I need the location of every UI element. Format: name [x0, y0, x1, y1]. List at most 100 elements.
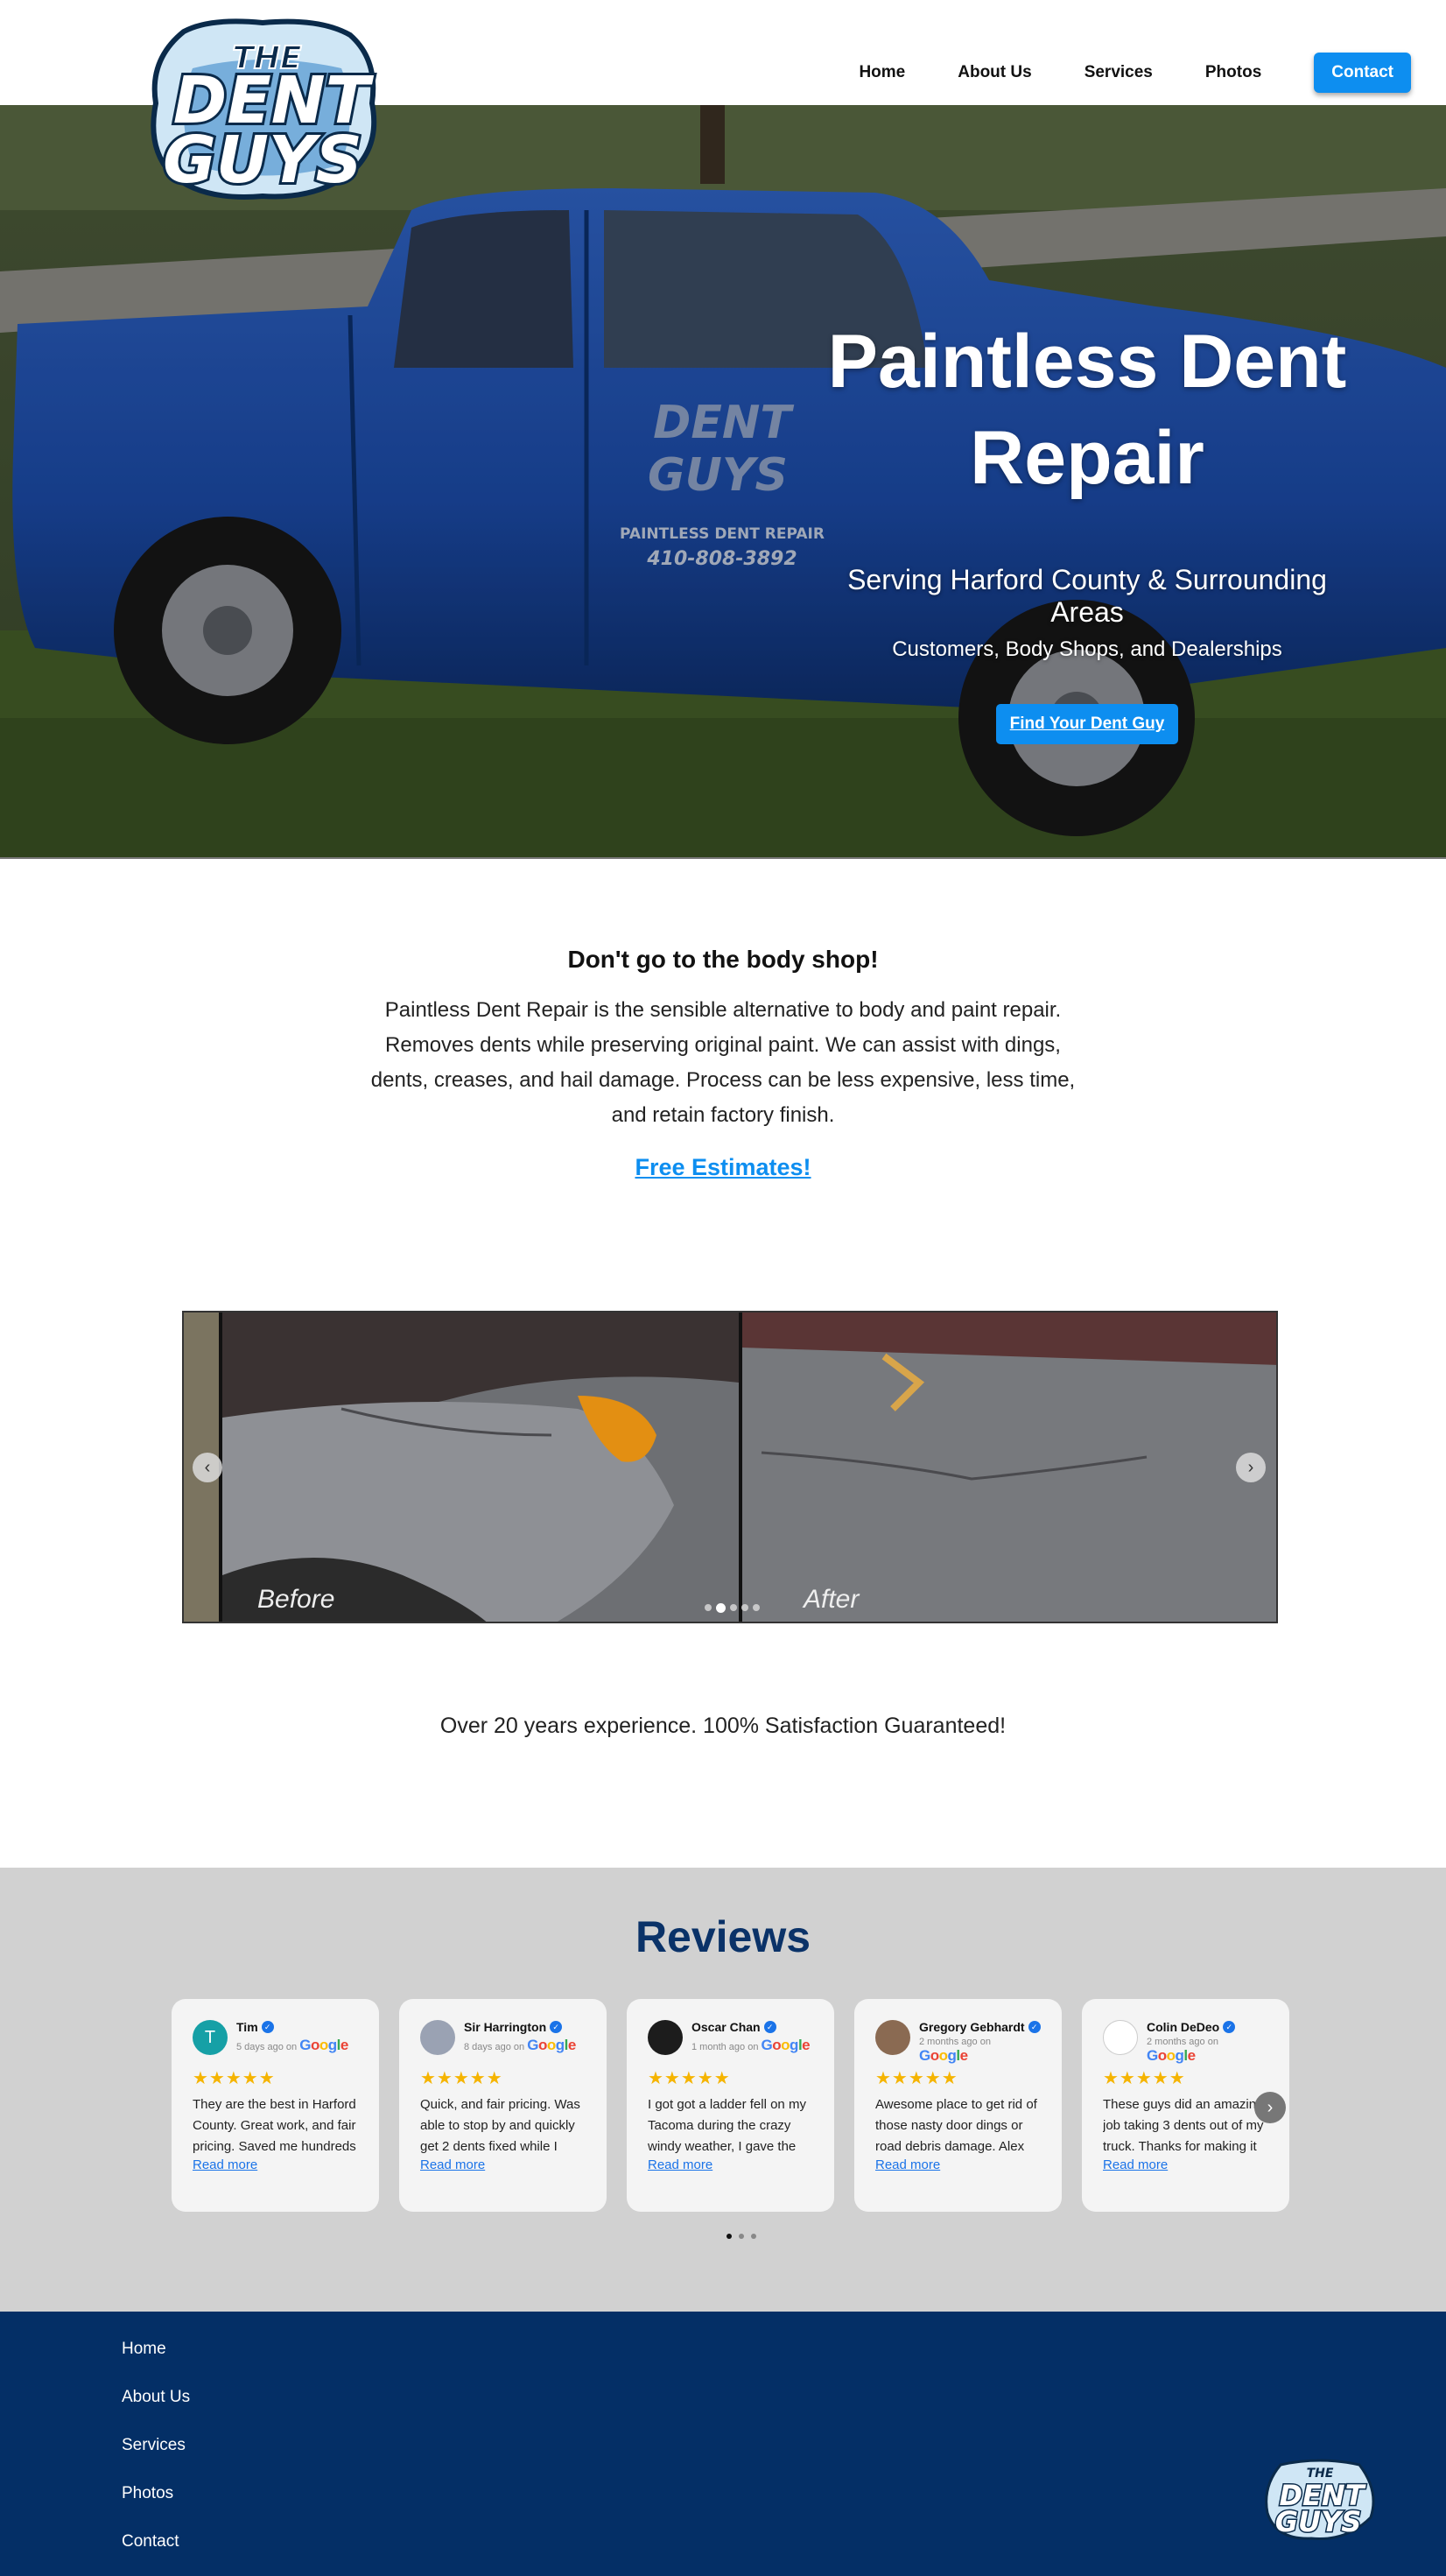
- star-rating: ★★★★★: [875, 2069, 958, 2088]
- reviewer-name[interactable]: Gregory Gebhardt: [919, 2020, 1025, 2034]
- footer-link-home[interactable]: Home: [122, 2340, 190, 2388]
- review-card-header: T Tim ✓ 5 days ago on Google: [193, 2020, 358, 2059]
- site-footer: Home About Us Services Photos Contact TH…: [0, 2312, 1446, 2576]
- review-on-label: on: [748, 2042, 759, 2052]
- review-time: 2 months ago: [919, 2037, 978, 2047]
- review-time: 8 days ago: [464, 2042, 511, 2052]
- avatar: [648, 2020, 683, 2055]
- reviews-section: Reviews T Tim ✓ 5 days ago on Google ★★★★★ Th…: [0, 1868, 1446, 2312]
- reviews-dot[interactable]: [739, 2234, 744, 2239]
- slider-dots: [705, 1603, 760, 1613]
- google-logo-icon: Google: [761, 2037, 811, 2053]
- footer-links: Home About Us Services Photos Contact: [122, 2340, 190, 2576]
- review-card: Gregory Gebhardt ✓ 2 months ago on Google ★…: [854, 1999, 1062, 2212]
- reviews-dot-active[interactable]: [727, 2234, 732, 2239]
- nav-services[interactable]: Services: [1084, 63, 1153, 82]
- slider-dot[interactable]: [705, 1604, 712, 1611]
- nav-about-us[interactable]: About Us: [958, 63, 1031, 82]
- hero-title: Paintless Dent Repair: [827, 320, 1347, 500]
- intro-heading: Don't go to the body shop!: [567, 946, 879, 973]
- hero-subtitle-secondary: Customers, Body Shops, and Dealerships: [892, 637, 1282, 661]
- verified-badge-icon: ✓: [1028, 2021, 1041, 2033]
- before-after-image: [184, 1313, 1276, 1622]
- chevron-right-icon: ›: [1267, 2097, 1274, 2117]
- reviewer-name[interactable]: Colin DeDeo: [1147, 2020, 1219, 2034]
- google-logo-icon: Google: [527, 2037, 576, 2053]
- reviewer-meta: Sir Harrington ✓ 8 days ago on Google: [464, 2020, 576, 2054]
- slider-next-button[interactable]: ›: [1236, 1453, 1266, 1482]
- reviewer-name-row: Gregory Gebhardt ✓: [919, 2020, 1041, 2034]
- review-text: Quick, and fair pricing. Was able to sto…: [420, 2097, 580, 2154]
- review-text: I got got a ladder fell on my Tacoma dur…: [648, 2097, 806, 2154]
- review-cards: T Tim ✓ 5 days ago on Google ★★★★★ They are t…: [172, 1999, 1289, 2212]
- slider-dot-active[interactable]: [716, 1603, 726, 1613]
- reviews-dot[interactable]: [751, 2234, 756, 2239]
- review-card: Sir Harrington ✓ 8 days ago on Google ★★★★★…: [399, 1999, 607, 2212]
- avatar: [875, 2020, 910, 2055]
- nav-photos[interactable]: Photos: [1205, 63, 1261, 82]
- reviews-next-button[interactable]: ›: [1254, 2092, 1286, 2123]
- read-more-link[interactable]: Read more: [420, 2157, 485, 2172]
- review-on-label: on: [513, 2042, 525, 2052]
- review-on-label: on: [979, 2037, 991, 2047]
- review-date: 5 days ago on Google: [236, 2037, 348, 2054]
- review-date: 1 month ago on Google: [691, 2037, 811, 2054]
- hero-section: DENT GUYS PAINTLESS DENT REPAIR 410-808-…: [0, 105, 1446, 859]
- review-on-label: on: [285, 2042, 298, 2052]
- footer-link-services[interactable]: Services: [122, 2436, 190, 2484]
- star-rating: ★★★★★: [1103, 2069, 1186, 2088]
- google-logo-icon: Google: [1147, 2047, 1196, 2064]
- intro-body: Paintless Dent Repair is the sensible al…: [370, 998, 1076, 1127]
- star-rating: ★★★★★: [648, 2069, 731, 2088]
- review-time: 5 days ago: [236, 2042, 284, 2052]
- hero-text-block: Paintless Dent Repair Serving Harford Co…: [816, 313, 1358, 744]
- reviewer-meta: Oscar Chan ✓ 1 month ago on Google: [691, 2020, 811, 2054]
- read-more-link[interactable]: Read more: [193, 2157, 257, 2172]
- review-date: 8 days ago on Google: [464, 2037, 576, 2054]
- google-logo-icon: Google: [299, 2037, 348, 2053]
- reviewer-meta: Colin DeDeo ✓ 2 months ago on Google: [1147, 2020, 1268, 2065]
- review-text: Awesome place to get rid of those nasty …: [875, 2097, 1037, 2154]
- google-logo-icon: Google: [919, 2047, 968, 2064]
- free-estimates-link[interactable]: Free Estimates!: [0, 1154, 1446, 1181]
- footer-link-about-us[interactable]: About Us: [122, 2388, 190, 2436]
- review-card-header: Colin DeDeo ✓ 2 months ago on Google: [1103, 2020, 1268, 2064]
- reviewer-meta: Tim ✓ 5 days ago on Google: [236, 2020, 348, 2054]
- find-your-dent-guy-button[interactable]: Find Your Dent Guy: [995, 704, 1179, 744]
- main-nav: Home About Us Services Photos Contact: [806, 53, 1411, 93]
- footer-link-contact[interactable]: Contact: [122, 2532, 190, 2576]
- reviewer-name[interactable]: Sir Harrington: [464, 2020, 546, 2034]
- review-time: 2 months ago: [1147, 2037, 1205, 2047]
- footer-logo-line2: GUYS: [1275, 2505, 1361, 2538]
- read-more-link[interactable]: Read more: [648, 2157, 712, 2172]
- site-logo[interactable]: THE DENT GUYS: [131, 16, 403, 204]
- chevron-left-icon: ‹: [204, 1457, 211, 1477]
- nav-contact-button[interactable]: Contact: [1314, 53, 1411, 93]
- verified-badge-icon: ✓: [763, 2021, 776, 2033]
- avatar: T: [193, 2020, 228, 2055]
- review-time: 1 month ago: [691, 2042, 746, 2052]
- slider-dot[interactable]: [730, 1604, 737, 1611]
- review-date: 2 months ago on Google: [1147, 2037, 1268, 2065]
- reviewer-name[interactable]: Tim: [236, 2020, 258, 2034]
- review-card: T Tim ✓ 5 days ago on Google ★★★★★ They are t…: [172, 1999, 379, 2212]
- read-more-link[interactable]: Read more: [1103, 2157, 1168, 2172]
- review-text: These guys did an amazing job taking 3 d…: [1103, 2097, 1264, 2154]
- read-more-link[interactable]: Read more: [875, 2157, 940, 2172]
- star-rating: ★★★★★: [193, 2069, 276, 2088]
- review-card-header: Sir Harrington ✓ 8 days ago on Google: [420, 2020, 586, 2059]
- review-card-header: Oscar Chan ✓ 1 month ago on Google: [648, 2020, 813, 2059]
- reviewer-name-row: Oscar Chan ✓: [691, 2020, 810, 2034]
- footer-link-photos[interactable]: Photos: [122, 2484, 190, 2532]
- slider-prev-button[interactable]: ‹: [193, 1453, 222, 1482]
- reviewer-name[interactable]: Oscar Chan: [691, 2020, 761, 2034]
- verified-badge-icon: ✓: [1223, 2021, 1236, 2033]
- intro-section: Don't go to the body shop! Paintless Den…: [0, 946, 1446, 1181]
- reviews-heading: Reviews: [635, 1912, 811, 1961]
- review-date: 2 months ago on Google: [919, 2037, 1041, 2065]
- reviewer-name-row: Colin DeDeo ✓: [1147, 2020, 1268, 2034]
- slider-dot[interactable]: [741, 1604, 748, 1611]
- nav-home[interactable]: Home: [859, 63, 905, 82]
- review-on-label: on: [1207, 2037, 1218, 2047]
- slider-dot[interactable]: [753, 1604, 760, 1611]
